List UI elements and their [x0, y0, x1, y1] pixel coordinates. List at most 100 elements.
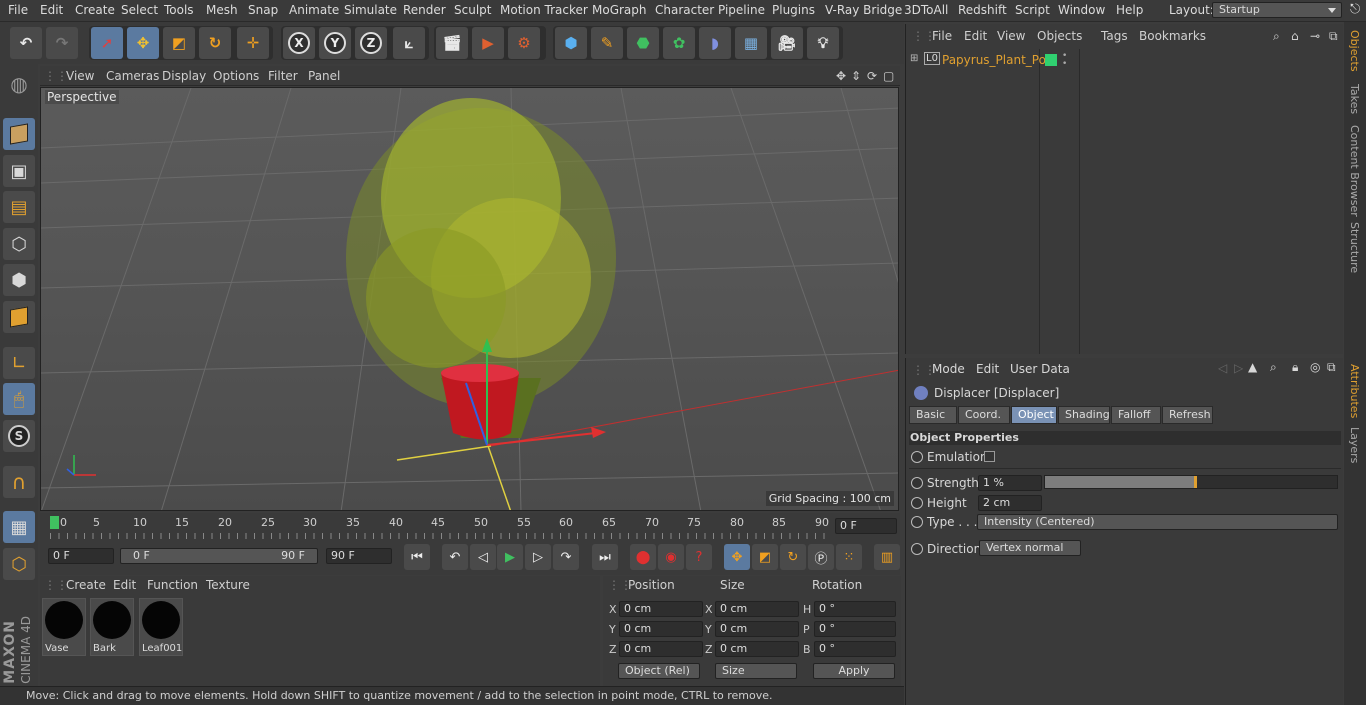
subdivision-button[interactable]: ⬣: [627, 27, 659, 59]
rotation-p-field[interactable]: 0 °: [814, 621, 896, 637]
autokey-button[interactable]: ◉: [658, 544, 684, 570]
objects-menu-objects[interactable]: Objects: [1037, 29, 1082, 43]
tab-refresh[interactable]: Refresh: [1162, 406, 1213, 424]
timeline-ruler[interactable]: 0 5 10 15 20 25 30 35 40 45 50 55 60 65 …: [40, 513, 900, 545]
strength-slider[interactable]: [1044, 475, 1338, 489]
workplane-button[interactable]: ◍: [3, 68, 35, 100]
timeline-window-button[interactable]: ▥: [874, 544, 900, 570]
rotation-h-field[interactable]: 0 °: [814, 601, 896, 617]
viewport-menu-cameras[interactable]: Cameras: [106, 69, 159, 83]
camera-button[interactable]: 🎥︎: [771, 27, 803, 59]
menu-character[interactable]: Character: [655, 3, 714, 17]
menu-pipeline[interactable]: Pipeline: [718, 3, 765, 17]
material-swatch[interactable]: Vase: [42, 598, 86, 656]
emulation-checkbox[interactable]: [984, 451, 995, 462]
material-menu-texture[interactable]: Texture: [206, 578, 250, 592]
record-key-button[interactable]: ⬤: [630, 544, 656, 570]
link-icon[interactable]: ⊸: [1310, 29, 1320, 43]
play-button[interactable]: ▶: [497, 544, 523, 570]
new-window-icon[interactable]: ⧉: [1329, 29, 1338, 44]
end-frame-field[interactable]: 90 F: [326, 548, 392, 564]
scale-tool-button[interactable]: ◩: [163, 27, 195, 59]
back-arrow-icon[interactable]: ◁: [1218, 361, 1227, 375]
go-to-end-button[interactable]: ⏭: [592, 544, 618, 570]
frame-range-slider[interactable]: 0 F 90 F: [120, 548, 318, 564]
menu-edit[interactable]: Edit: [40, 3, 63, 17]
cloner-button[interactable]: ✿: [663, 27, 695, 59]
perspective-viewport[interactable]: Perspective Grid Spacing : 100 cm: [40, 87, 899, 511]
direction-select[interactable]: Vertex normal: [979, 540, 1081, 556]
size-mode-select[interactable]: Size: [715, 663, 797, 679]
render-view-button[interactable]: 🎬︎: [436, 27, 468, 59]
maximize-view-icon[interactable]: ▢: [883, 69, 894, 83]
menu-sculpt[interactable]: Sculpt: [454, 3, 491, 17]
side-tab-takes[interactable]: Takes: [1348, 84, 1361, 114]
go-to-start-button[interactable]: ⏮: [404, 544, 430, 570]
side-tab-attributes[interactable]: Attributes: [1348, 364, 1361, 418]
objects-menu-edit[interactable]: Edit: [964, 29, 987, 43]
material-menu-function[interactable]: Function: [147, 578, 198, 592]
undo-button[interactable]: ↶: [10, 27, 42, 59]
menu-window[interactable]: Window: [1058, 3, 1105, 17]
object-name[interactable]: Papyrus_Plant_Pot: [942, 53, 1051, 67]
animate-toggle-icon[interactable]: [911, 543, 923, 555]
strength-slider-knob[interactable]: [1194, 476, 1197, 488]
zoom-icon[interactable]: ⇕: [851, 69, 861, 83]
coordinate-mode-select[interactable]: Object (Rel): [618, 663, 700, 679]
menu-mograph[interactable]: MoGraph: [592, 3, 647, 17]
position-x-field[interactable]: 0 cm: [619, 601, 703, 617]
start-frame-field[interactable]: 0 F: [48, 548, 114, 564]
size-z-field[interactable]: 0 cm: [715, 641, 799, 657]
next-frame-button[interactable]: ▷: [525, 544, 551, 570]
y-axis-lock-button[interactable]: Y: [319, 27, 351, 59]
material-swatch[interactable]: Leaf001: [139, 598, 183, 656]
new-window-icon[interactable]: ⧉: [1327, 360, 1336, 375]
menu-tools[interactable]: Tools: [164, 3, 194, 17]
apply-button[interactable]: Apply: [813, 663, 895, 679]
viewport-menu-display[interactable]: Display: [162, 69, 206, 83]
object-row[interactable]: ⊞ L0 Papyrus_Plant_Pot • •: [908, 52, 1344, 70]
live-selection-button[interactable]: ➚: [91, 27, 123, 59]
menu-snap[interactable]: Snap: [248, 3, 278, 17]
menu-simulate[interactable]: Simulate: [344, 3, 397, 17]
expand-icon[interactable]: ⊞: [910, 53, 918, 64]
playhead-marker[interactable]: [50, 516, 59, 529]
vase[interactable]: [441, 364, 519, 440]
workplane-mode-button[interactable]: ▤: [3, 191, 35, 223]
animate-toggle-icon[interactable]: [911, 516, 923, 528]
layout-select[interactable]: Startup: [1212, 2, 1342, 18]
light-button[interactable]: 💡︎: [807, 27, 839, 59]
menu-plugins[interactable]: Plugins: [772, 3, 815, 17]
magnet-button[interactable]: ∩: [3, 466, 35, 498]
tab-shading[interactable]: Shading: [1058, 406, 1110, 424]
size-x-field[interactable]: 0 cm: [715, 601, 799, 617]
orbit-icon[interactable]: ⟳: [867, 69, 877, 83]
viewport-menu-panel[interactable]: Panel: [308, 69, 340, 83]
current-frame-field[interactable]: 0 F: [835, 518, 897, 534]
lock-icon[interactable]: 🔒︎: [1292, 360, 1298, 375]
previous-key-button[interactable]: ↶: [442, 544, 468, 570]
strength-field[interactable]: 1 %: [978, 475, 1042, 491]
model-mode-button[interactable]: [3, 118, 35, 150]
animate-toggle-icon[interactable]: [911, 497, 923, 509]
key-parameter-button[interactable]: Ⓟ: [808, 544, 834, 570]
objects-menu-tags[interactable]: Tags: [1101, 29, 1128, 43]
solo-button[interactable]: ⬡: [3, 548, 35, 580]
side-tab-structure[interactable]: Structure: [1348, 222, 1361, 273]
material-menu-create[interactable]: Create: [66, 578, 106, 592]
tab-basic[interactable]: Basic: [909, 406, 957, 424]
cube-object-button[interactable]: ⬢: [555, 27, 587, 59]
attr-menu-user-data[interactable]: User Data: [1010, 362, 1070, 376]
recent-tool-button[interactable]: ✛: [237, 27, 269, 59]
key-position-button[interactable]: ✥: [724, 544, 750, 570]
menu-mesh[interactable]: Mesh: [206, 3, 238, 17]
rotate-tool-button[interactable]: ↻: [199, 27, 231, 59]
x-axis-lock-button[interactable]: X: [283, 27, 315, 59]
pen-spline-button[interactable]: ✎: [591, 27, 623, 59]
position-y-field[interactable]: 0 cm: [619, 621, 703, 637]
size-y-field[interactable]: 0 cm: [715, 621, 799, 637]
tab-object[interactable]: Object: [1011, 406, 1057, 424]
menu-motion-tracker[interactable]: Motion Tracker: [500, 3, 588, 17]
floor-button[interactable]: ▦: [735, 27, 767, 59]
position-z-field[interactable]: 0 cm: [619, 641, 703, 657]
